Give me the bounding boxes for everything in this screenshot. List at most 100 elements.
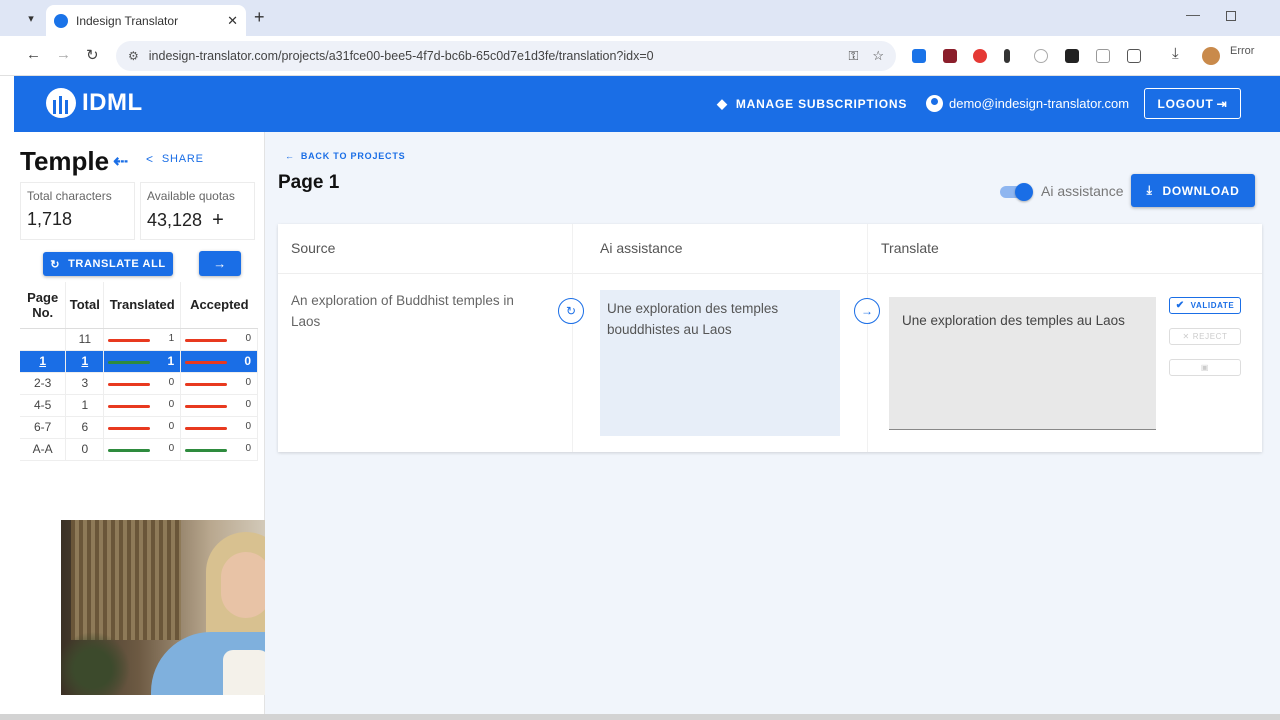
- site-info-icon[interactable]: ⚙: [128, 49, 139, 63]
- app-header: IDML ◆ MANAGE SUBSCRIPTIONS demo@indesig…: [14, 76, 1280, 132]
- adblock-icon[interactable]: [973, 49, 987, 63]
- translated-count: 0: [168, 442, 175, 454]
- logo-icon: [46, 88, 76, 118]
- accepted-count: 0: [244, 353, 251, 368]
- table-row[interactable]: 1110: [20, 350, 258, 373]
- minimize-icon[interactable]: —: [1186, 6, 1200, 22]
- translated-cell: 1: [103, 328, 182, 351]
- reject-button[interactable]: ✕ REJECT: [1169, 328, 1241, 345]
- translated-count: 0: [168, 398, 175, 410]
- shield-icon[interactable]: [1096, 49, 1110, 63]
- error-chip[interactable]: Error: [1230, 45, 1254, 57]
- total-characters-box: Total characters 1,718: [20, 182, 135, 240]
- url-text[interactable]: indesign-translator.com/projects/a31fce0…: [149, 49, 835, 63]
- next-button[interactable]: →: [199, 251, 241, 276]
- accepted-progress-bar: [185, 448, 228, 452]
- project-title-text: Temple: [20, 146, 110, 176]
- eyedropper-icon[interactable]: [1004, 49, 1010, 63]
- validate-button[interactable]: ✔ VALIDATE: [1169, 297, 1241, 314]
- accepted-cell: 0: [180, 372, 258, 395]
- table-row[interactable]: 6-7 6 0 0: [20, 416, 258, 439]
- back-to-projects-label: BACK TO PROJECTS: [300, 151, 406, 161]
- translate-all-label: TRANSLATE ALL: [68, 258, 166, 270]
- ai-suggestion-box[interactable]: Une exploration des temples bouddhistes …: [600, 290, 840, 436]
- new-tab-icon[interactable]: +: [254, 8, 265, 26]
- translated-progress-bar: [108, 404, 151, 408]
- close-icon: ✕: [1182, 332, 1190, 341]
- page-number-cell: [20, 328, 67, 351]
- download-button[interactable]: ⤓ DOWNLOAD: [1131, 174, 1255, 207]
- address-bar[interactable]: ⚙ indesign-translator.com/projects/a31fc…: [116, 41, 896, 71]
- accepted-progress-bar: [185, 360, 228, 364]
- translation-input[interactable]: Une exploration des temples au Laos: [889, 297, 1156, 430]
- page-number-cell: A-A: [20, 438, 67, 461]
- total-cell: 3: [65, 372, 105, 395]
- extension-icon[interactable]: [1034, 49, 1048, 63]
- download-icon: ⤓: [1146, 183, 1153, 197]
- share-button[interactable]: < SHARE: [146, 152, 204, 166]
- translate-all-button[interactable]: ↻ TRANSLATE ALL: [43, 252, 173, 276]
- accepted-progress-bar: [185, 426, 228, 430]
- table-row[interactable]: A-A 0 0 0: [20, 438, 258, 461]
- extension-icon[interactable]: [943, 49, 957, 63]
- main-content: ← BACK TO PROJECTS Page 1 Ai assistance ⤓…: [265, 132, 1280, 720]
- accepted-cell: 0: [180, 328, 258, 351]
- available-quotas-label: Available quotas: [147, 189, 235, 203]
- arrow-left-icon: ←: [285, 151, 295, 161]
- video-person-shirt: [223, 650, 269, 695]
- back-icon[interactable]: ←: [26, 46, 41, 63]
- ai-assistance-toggle[interactable]: [1000, 182, 1033, 201]
- video-person-face: [221, 552, 271, 618]
- pages-table: Page No. Total Translated Accepted 11 1 0 1…: [20, 282, 258, 461]
- download-icon[interactable]: ⤓: [1172, 45, 1179, 62]
- translated-cell: 0: [103, 416, 182, 439]
- browser-tab[interactable]: Indesign Translator ✕: [46, 5, 246, 36]
- page-number-cell: 4-5: [20, 394, 67, 417]
- project-title: Temple ⇠: [20, 146, 128, 177]
- maximize-icon[interactable]: [1226, 11, 1236, 21]
- key-icon[interactable]: ⚿: [848, 48, 858, 64]
- bookmark-star-icon[interactable]: ☆: [872, 48, 884, 64]
- card-header: Source Ai assistance Translate: [278, 224, 1262, 274]
- extensions-puzzle-icon[interactable]: [1127, 49, 1141, 63]
- column-divider: [867, 224, 868, 452]
- extension-icon[interactable]: [1065, 49, 1079, 63]
- manage-subscriptions-link[interactable]: ◆ MANAGE SUBSCRIPTIONS: [717, 96, 907, 112]
- accepted-count: 0: [245, 420, 251, 432]
- tab-close-icon[interactable]: ✕: [227, 13, 238, 29]
- user-account[interactable]: demo@indesign-translator.com: [926, 95, 1129, 112]
- total-cell: 1: [65, 350, 105, 373]
- available-quotas-box: Available quotas 43,128 +: [140, 182, 255, 240]
- accepted-count: 0: [245, 332, 251, 344]
- ai-assistance-toggle-label: Ai assistance: [1041, 183, 1124, 199]
- copy-to-translate-button[interactable]: →: [854, 298, 880, 324]
- table-row[interactable]: 4-5 1 0 0: [20, 394, 258, 417]
- profile-avatar[interactable]: [1202, 47, 1220, 65]
- arrow-right-icon: →: [213, 256, 227, 271]
- arrow-left-icon[interactable]: ⇠: [113, 151, 128, 172]
- table-row[interactable]: 2-3 3 0 0: [20, 372, 258, 395]
- validate-label: VALIDATE: [1190, 301, 1235, 310]
- logout-button[interactable]: LOGOUT ⇥: [1144, 88, 1241, 119]
- accepted-count: 0: [245, 398, 251, 410]
- table-row[interactable]: 1110: [20, 328, 258, 351]
- page-number-cell: 1: [20, 350, 67, 373]
- extension-icon[interactable]: [912, 49, 926, 63]
- col-accepted: Accepted: [180, 282, 258, 329]
- back-to-projects-link[interactable]: ← BACK TO PROJECTS: [285, 151, 405, 161]
- col-page-no: Page No.: [20, 282, 67, 329]
- translated-count: 0: [168, 420, 175, 432]
- accepted-cell: 0: [180, 350, 258, 373]
- reload-icon[interactable]: ↻: [86, 46, 99, 64]
- user-email: demo@indesign-translator.com: [949, 96, 1130, 111]
- total-cell: 1: [65, 394, 105, 417]
- add-quota-icon[interactable]: +: [212, 209, 224, 231]
- col-translate: Translate: [881, 240, 939, 256]
- translated-count: 1: [168, 332, 175, 344]
- tab-search-icon[interactable]: ▾: [20, 7, 42, 29]
- save-button[interactable]: ▣: [1169, 359, 1241, 376]
- regenerate-button[interactable]: ↻: [558, 298, 584, 324]
- forward-icon[interactable]: →: [56, 46, 71, 63]
- logo[interactable]: IDML: [46, 88, 143, 118]
- page-title: Page 1: [278, 172, 340, 193]
